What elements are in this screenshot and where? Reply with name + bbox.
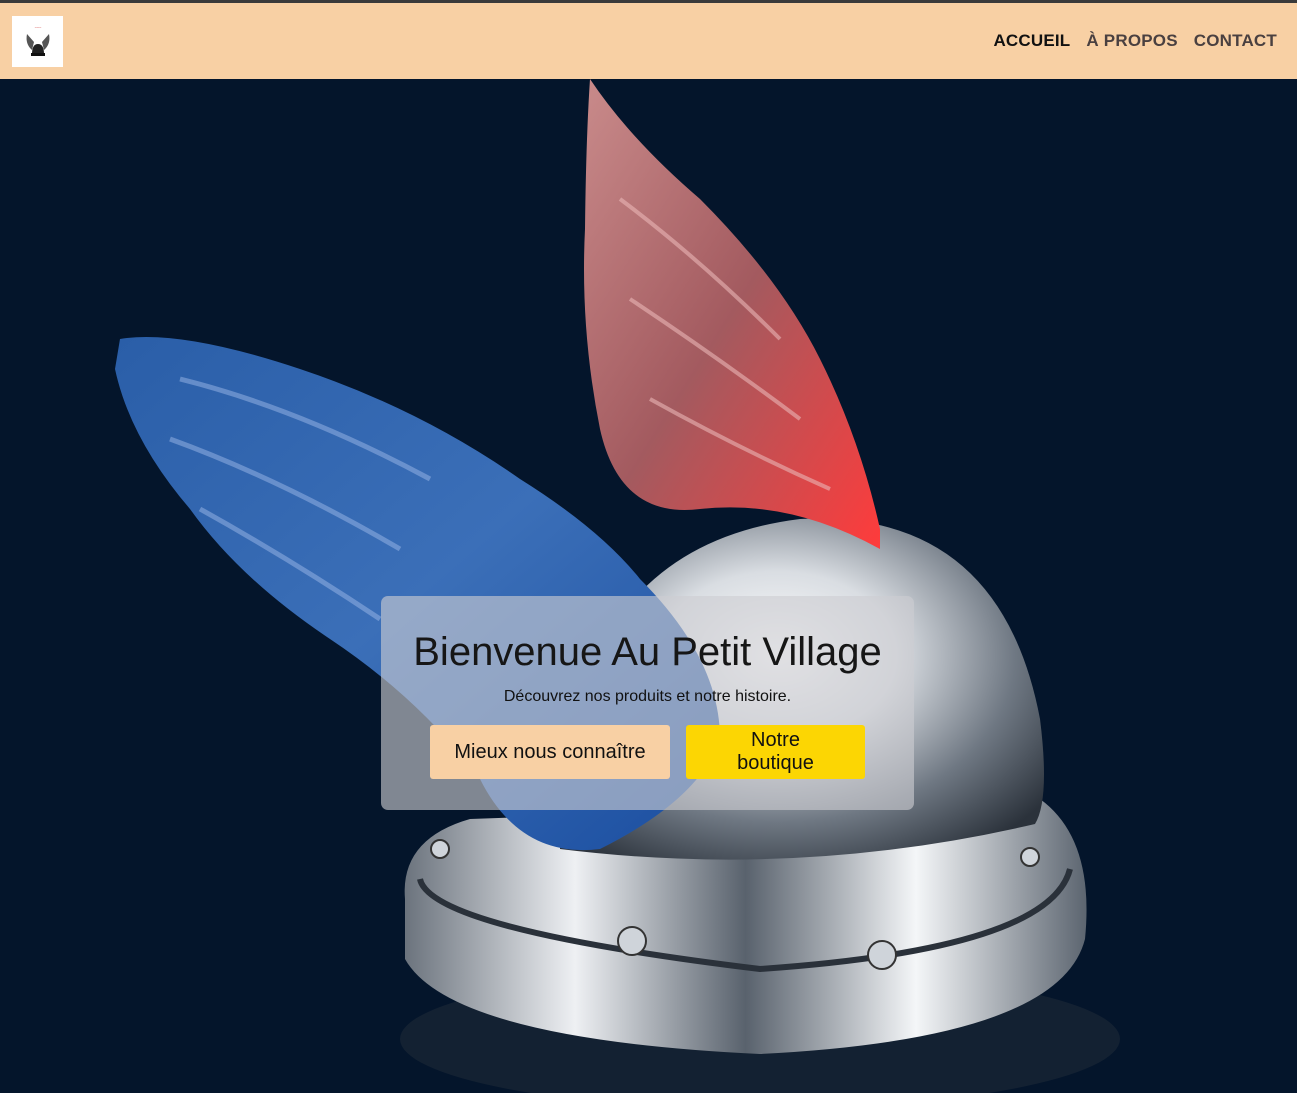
- navbar: ~~~ ACCUEIL À PROPOS CONTACT: [0, 3, 1297, 79]
- main-nav: ACCUEIL À PROPOS CONTACT: [993, 31, 1277, 51]
- hero-subtitle: Découvrez nos produits et notre histoire…: [503, 688, 792, 705]
- helmet-logo-icon: ~~~: [26, 25, 49, 56]
- winged-helmet-image: [115, 79, 1120, 1093]
- nav-item-a-propos[interactable]: À PROPOS: [1086, 31, 1177, 51]
- welcome-card: Bienvenue Au Petit Village Découvrez nos…: [381, 596, 914, 810]
- about-us-button[interactable]: Mieux nous connaître: [430, 725, 670, 779]
- nav-item-contact[interactable]: CONTACT: [1194, 31, 1277, 51]
- hero-section: Bienvenue Au Petit Village Découvrez nos…: [0, 79, 1297, 1093]
- site-logo[interactable]: ~~~: [12, 15, 63, 67]
- shop-button[interactable]: Notre boutique: [686, 725, 865, 779]
- svg-text:~~~: ~~~: [34, 25, 41, 30]
- hero-title: Bienvenue Au Petit Village: [413, 630, 882, 674]
- nav-item-accueil[interactable]: ACCUEIL: [993, 31, 1070, 51]
- hero-buttons: Mieux nous connaître Notre boutique: [430, 725, 865, 779]
